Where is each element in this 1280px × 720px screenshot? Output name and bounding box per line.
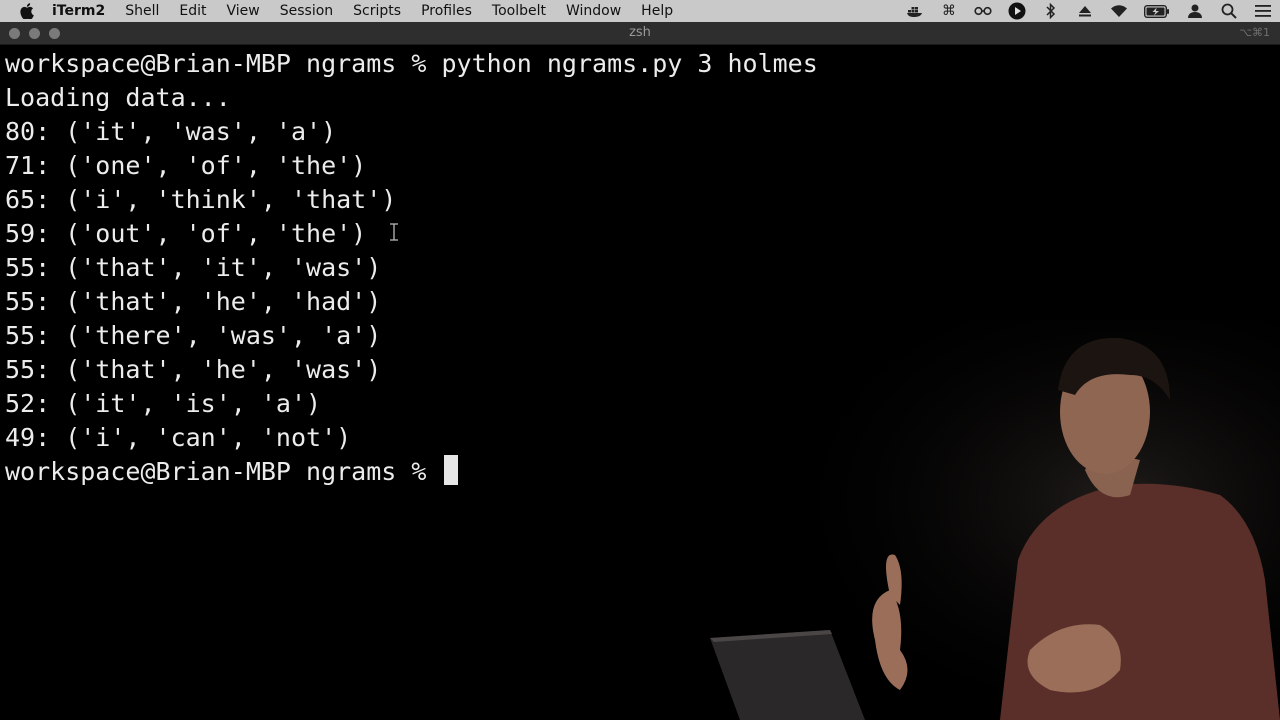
list-icon[interactable] bbox=[1254, 2, 1272, 20]
status-area: ⌘ bbox=[906, 0, 1272, 22]
output-line: 55: ('that', 'he', 'was') bbox=[5, 355, 382, 384]
output-line: 55: ('that', 'he', 'had') bbox=[5, 287, 382, 316]
presenter-image bbox=[700, 320, 1280, 720]
eject-icon[interactable] bbox=[1076, 2, 1094, 20]
window-title: zsh bbox=[629, 25, 651, 40]
shell-prompt: workspace@Brian-MBP ngrams % bbox=[5, 457, 442, 486]
menu-help[interactable]: Help bbox=[631, 0, 683, 22]
output-line: Loading data... bbox=[5, 83, 231, 112]
output-line: 49: ('i', 'can', 'not') bbox=[5, 423, 352, 452]
search-icon[interactable] bbox=[1220, 2, 1238, 20]
menu-session[interactable]: Session bbox=[270, 0, 343, 22]
apple-menu-icon[interactable] bbox=[20, 2, 38, 20]
command-icon[interactable]: ⌘ bbox=[940, 2, 958, 20]
window-shortcut-label: ⌥⌘1 bbox=[1239, 26, 1270, 39]
output-line: 80: ('it', 'was', 'a') bbox=[5, 117, 337, 146]
menu-toolbelt[interactable]: Toolbelt bbox=[482, 0, 556, 22]
prompt-line: workspace@Brian-MBP ngrams % bbox=[5, 455, 458, 489]
menu-scripts[interactable]: Scripts bbox=[343, 0, 411, 22]
command-line: workspace@Brian-MBP ngrams % python ngra… bbox=[5, 47, 818, 81]
wifi-icon[interactable] bbox=[1110, 2, 1128, 20]
output-line: 55: ('there', 'was', 'a') bbox=[5, 321, 382, 350]
menu-edit[interactable]: Edit bbox=[169, 0, 216, 22]
user-icon[interactable] bbox=[1186, 2, 1204, 20]
play-circle-icon[interactable] bbox=[1008, 2, 1026, 20]
menu-shell[interactable]: Shell bbox=[115, 0, 169, 22]
glasses-icon[interactable] bbox=[974, 2, 992, 20]
output-line: 65: ('i', 'think', 'that') bbox=[5, 185, 397, 214]
ibeam-cursor-icon bbox=[390, 223, 398, 241]
output-line: 52: ('it', 'is', 'a') bbox=[5, 389, 322, 418]
menu-window[interactable]: Window bbox=[556, 0, 631, 22]
text-cursor bbox=[443, 455, 458, 485]
command-text: python ngrams.py 3 holmes bbox=[441, 49, 818, 78]
docker-icon[interactable] bbox=[906, 2, 924, 20]
shell-prompt: workspace@Brian-MBP ngrams % bbox=[5, 49, 442, 78]
output-line: 71: ('one', 'of', 'the') bbox=[5, 151, 367, 180]
output-line: 55: ('that', 'it', 'was') bbox=[5, 253, 382, 282]
output-line: 59: ('out', 'of', 'the') bbox=[5, 219, 367, 248]
menu-bar: iTerm2 Shell Edit View Session Scripts P… bbox=[0, 0, 1280, 22]
window-title-bar[interactable]: zsh ⌥⌘1 bbox=[0, 22, 1280, 45]
menu-view[interactable]: View bbox=[217, 0, 270, 22]
bluetooth-icon[interactable] bbox=[1042, 2, 1060, 20]
battery-charging-icon[interactable] bbox=[1144, 2, 1170, 20]
menu-app-name[interactable]: iTerm2 bbox=[50, 0, 115, 22]
menu-profiles[interactable]: Profiles bbox=[411, 0, 482, 22]
